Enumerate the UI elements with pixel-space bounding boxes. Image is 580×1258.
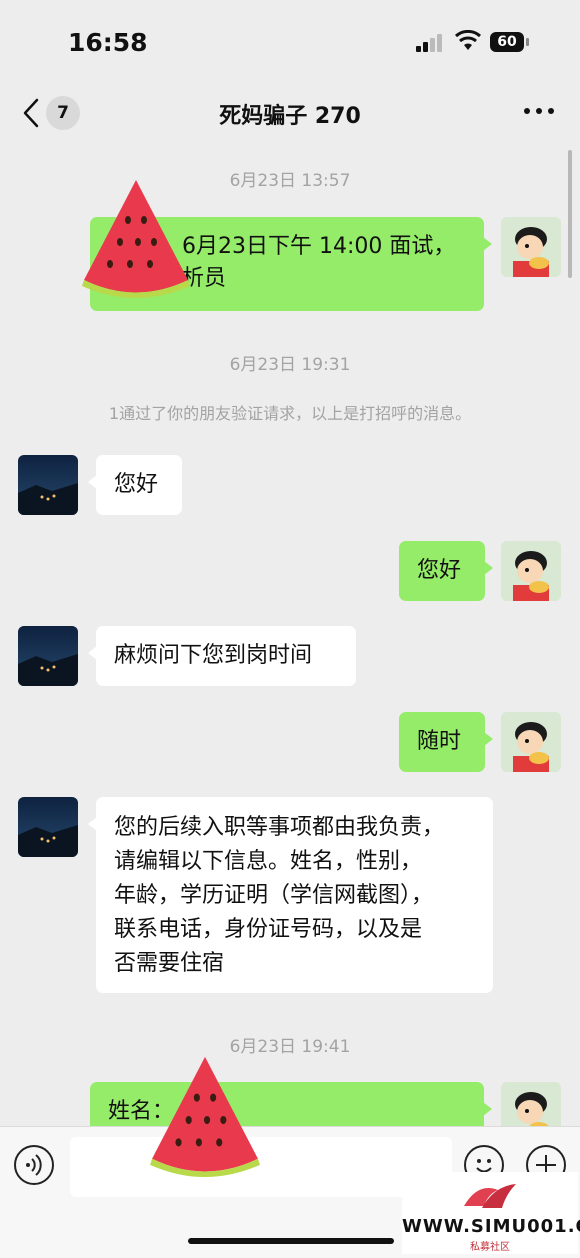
watermark-subtitle: 私募社区 [470, 1242, 510, 1253]
watermark-site: WWW.SIMU001.CN [402, 1216, 580, 1237]
night-landscape-avatar-icon [18, 797, 78, 857]
contact-avatar[interactable] [18, 626, 78, 686]
message-line: 联系电话，身份证号码，以及是 [114, 917, 423, 942]
chat-header: 7 死妈骗子 270 [0, 82, 580, 142]
more-icon[interactable] [524, 108, 554, 116]
home-indicator[interactable] [188, 1238, 394, 1244]
message-line: 您的后续入职等事项都由我负责， [114, 815, 445, 840]
message-text: 您好 [114, 472, 159, 497]
chat-title: 死妈骗子 270 [219, 104, 361, 129]
incoming-message[interactable]: 您的后续入职等事项都由我负责， 请编辑以下信息。姓名，性别， 年龄，学历证明（学… [88, 797, 493, 993]
night-landscape-avatar-icon [18, 455, 78, 515]
self-avatar[interactable] [501, 217, 561, 277]
message-line: 析员 [182, 266, 227, 291]
status-bar: 16:58 60 [0, 0, 580, 80]
message-line: 请编辑以下信息。姓名，性别， [114, 849, 423, 874]
cartoon-avatar-icon [501, 217, 561, 277]
status-time: 16:58 [68, 28, 148, 57]
site-logo-icon [464, 1184, 516, 1208]
outgoing-message[interactable]: 随时 [399, 712, 493, 772]
battery-icon: 60 [490, 32, 529, 52]
site-watermark: WWW.SIMU001.CN 私募社区 [402, 1172, 580, 1254]
message-text: 麻烦问下您到岗时间 [114, 643, 313, 668]
message-timestamp: 6月23日 19:41 [229, 1037, 351, 1057]
message-line: 6月23日下午 14:00 面试， [182, 234, 456, 259]
message-timestamp: 6月23日 19:31 [229, 355, 351, 375]
incoming-message[interactable]: 麻烦问下您到岗时间 [88, 626, 356, 686]
system-message: 1通过了你的朋友验证请求，以上是打招呼的消息。 [108, 404, 472, 423]
contact-avatar[interactable] [18, 797, 78, 857]
contact-avatar[interactable] [18, 455, 78, 515]
watermelon-sticker-icon [150, 1056, 260, 1178]
outgoing-message[interactable]: 您好 [399, 541, 493, 601]
signal-icon [416, 34, 444, 52]
message-text: 您好 [417, 558, 462, 583]
voice-waves-icon [26, 1154, 42, 1176]
cartoon-avatar-icon [501, 541, 561, 601]
night-landscape-avatar-icon [18, 626, 78, 686]
self-avatar[interactable] [501, 541, 561, 601]
message-text: 随时 [417, 729, 462, 754]
wifi-icon [455, 30, 481, 50]
cartoon-avatar-icon [501, 712, 561, 772]
message-line: 年龄，学历证明（学信网截图）， [114, 883, 434, 908]
message-line: 否需要住宿 [114, 951, 225, 976]
watermelon-sticker-icon [82, 180, 190, 298]
self-avatar[interactable] [501, 712, 561, 772]
incoming-message[interactable]: 您好 [88, 455, 182, 515]
voice-icon[interactable] [14, 1145, 54, 1185]
